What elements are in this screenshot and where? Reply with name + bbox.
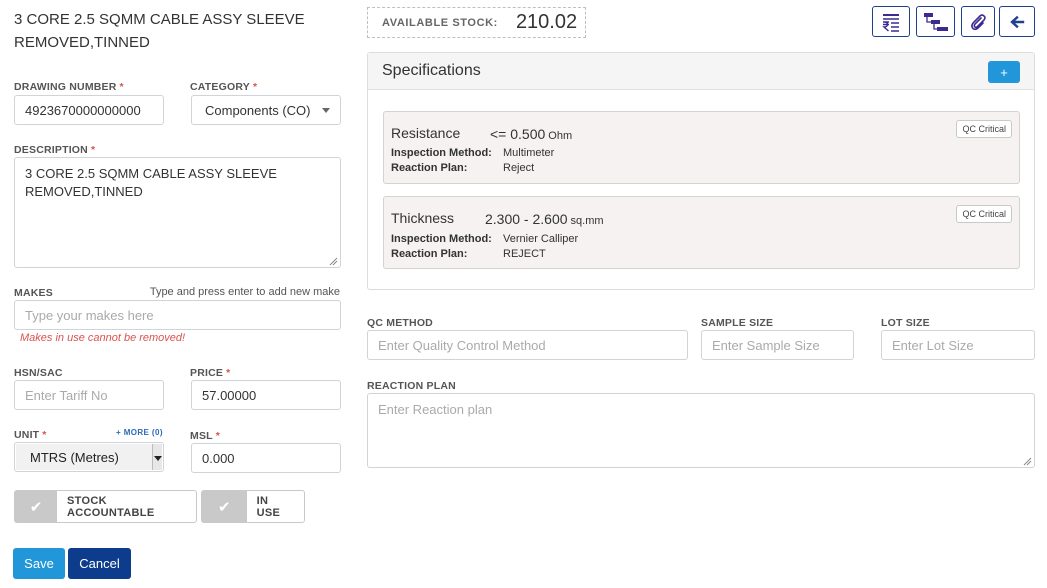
- reaction-plan-placeholder: Enter Reaction plan: [378, 402, 493, 417]
- available-stock-label: AVAILABLE STOCK:: [382, 16, 498, 29]
- price-label: PRICE *: [190, 367, 231, 379]
- category-value: Components (CO): [205, 102, 311, 118]
- save-button[interactable]: Save: [13, 548, 65, 579]
- inspection-method-value: Multimeter: [503, 147, 555, 159]
- reaction-plan-label: Reaction Plan:: [391, 248, 468, 260]
- spec-name: Resistance: [391, 125, 461, 141]
- price-list-icon: [882, 13, 899, 32]
- reaction-plan-label: Reaction Plan:: [391, 162, 468, 174]
- qc-method-label: QC METHOD: [367, 317, 433, 329]
- reaction-plan-value: REJECT: [503, 248, 546, 260]
- msl-label: MSL *: [190, 430, 221, 442]
- available-stock: AVAILABLE STOCK: 210.02: [367, 7, 586, 38]
- price-input[interactable]: 57.00000: [191, 380, 341, 410]
- resize-handle-icon[interactable]: [329, 257, 338, 266]
- description-value: 3 CORE 2.5 SQMM CABLE ASSY SLEEVE REMOVE…: [25, 166, 277, 199]
- drawing-number-input[interactable]: 4923670000000000: [14, 95, 164, 125]
- check-icon: ✔: [15, 491, 58, 522]
- msl-input[interactable]: 0.000: [191, 443, 341, 473]
- spec-card[interactable]: Thickness 2.300 - 2.600 sq.mm QC Critical…: [383, 196, 1020, 269]
- stock-accountable-toggle[interactable]: ✔ STOCK ACCOUNTABLE: [14, 490, 197, 523]
- specifications-panel: Specifications + Resistance <= 0.500 Ohm …: [367, 52, 1035, 290]
- drawing-number-label: DRAWING NUMBER *: [14, 81, 124, 93]
- category-label: CATEGORY *: [190, 81, 258, 93]
- description-textarea[interactable]: 3 CORE 2.5 SQMM CABLE ASSY SLEEVE REMOVE…: [14, 157, 341, 268]
- hsn-input[interactable]: Enter Tariff No: [14, 380, 164, 410]
- check-icon: ✔: [202, 491, 247, 522]
- unit-label: UNIT *: [14, 429, 47, 441]
- price-list-button[interactable]: [872, 6, 910, 37]
- stock-accountable-label: STOCK ACCOUNTABLE: [67, 494, 155, 519]
- spec-name: Thickness: [391, 210, 455, 226]
- reaction-plan-textarea[interactable]: Enter Reaction plan: [367, 393, 1035, 468]
- reaction-plan-field-label: REACTION PLAN: [367, 380, 456, 392]
- unit-select[interactable]: MTRS (Metres): [14, 442, 164, 472]
- specifications-title: Specifications: [382, 62, 481, 79]
- makes-input[interactable]: Type your makes here: [14, 300, 341, 330]
- specifications-header: Specifications +: [368, 53, 1034, 90]
- qc-critical-badge: QC Critical: [956, 120, 1012, 138]
- back-button[interactable]: [999, 6, 1035, 37]
- add-specification-button[interactable]: +: [988, 61, 1020, 83]
- makes-error: Makes in use cannot be removed!: [20, 332, 186, 344]
- back-arrow-icon: [1010, 15, 1025, 28]
- chevron-down-icon[interactable]: [152, 444, 162, 470]
- sample-size-input[interactable]: Enter Sample Size: [701, 330, 854, 360]
- hsn-label: HSN/SAC: [14, 367, 63, 379]
- lot-size-label: LOT SIZE: [881, 317, 930, 329]
- resize-handle-icon[interactable]: [1023, 457, 1032, 466]
- chevron-down-icon: [322, 108, 330, 113]
- spec-card[interactable]: Resistance <= 0.500 Ohm QC Critical Inspe…: [383, 111, 1020, 184]
- description-label: DESCRIPTION *: [14, 144, 96, 156]
- reaction-plan-value: Reject: [503, 162, 535, 174]
- qc-method-input[interactable]: Enter Quality Control Method: [367, 330, 688, 360]
- category-select[interactable]: Components (CO): [191, 95, 341, 125]
- unit-value: MTRS (Metres): [16, 444, 152, 470]
- qc-critical-badge: QC Critical: [956, 205, 1012, 223]
- attachment-icon: [971, 13, 986, 30]
- sample-size-label: SAMPLE SIZE: [701, 317, 774, 329]
- inspection-method-label: Inspection Method:: [391, 147, 492, 159]
- makes-label: MAKES: [14, 287, 53, 299]
- unit-more-link[interactable]: + MORE (0): [116, 428, 163, 437]
- in-use-label: IN USE: [256, 494, 281, 519]
- hierarchy-icon: [923, 12, 948, 31]
- in-use-toggle[interactable]: ✔ IN USE: [201, 490, 305, 523]
- makes-hint: Type and press enter to add new make: [149, 286, 340, 298]
- lot-size-input[interactable]: Enter Lot Size: [881, 330, 1035, 360]
- attachment-button[interactable]: [961, 6, 995, 37]
- available-stock-value: 210.02: [515, 11, 578, 33]
- hierarchy-button[interactable]: [916, 6, 955, 37]
- cancel-button[interactable]: Cancel: [68, 548, 131, 579]
- item-title: 3 CORE 2.5 SQMM CABLE ASSY SLEEVE REMOVE…: [14, 11, 305, 51]
- inspection-method-value: Vernier Calliper: [503, 233, 579, 245]
- spec-range: 2.300 - 2.600 sq.mm: [485, 211, 604, 227]
- spec-range: <= 0.500 Ohm: [490, 126, 573, 142]
- inspection-method-label: Inspection Method:: [391, 233, 492, 245]
